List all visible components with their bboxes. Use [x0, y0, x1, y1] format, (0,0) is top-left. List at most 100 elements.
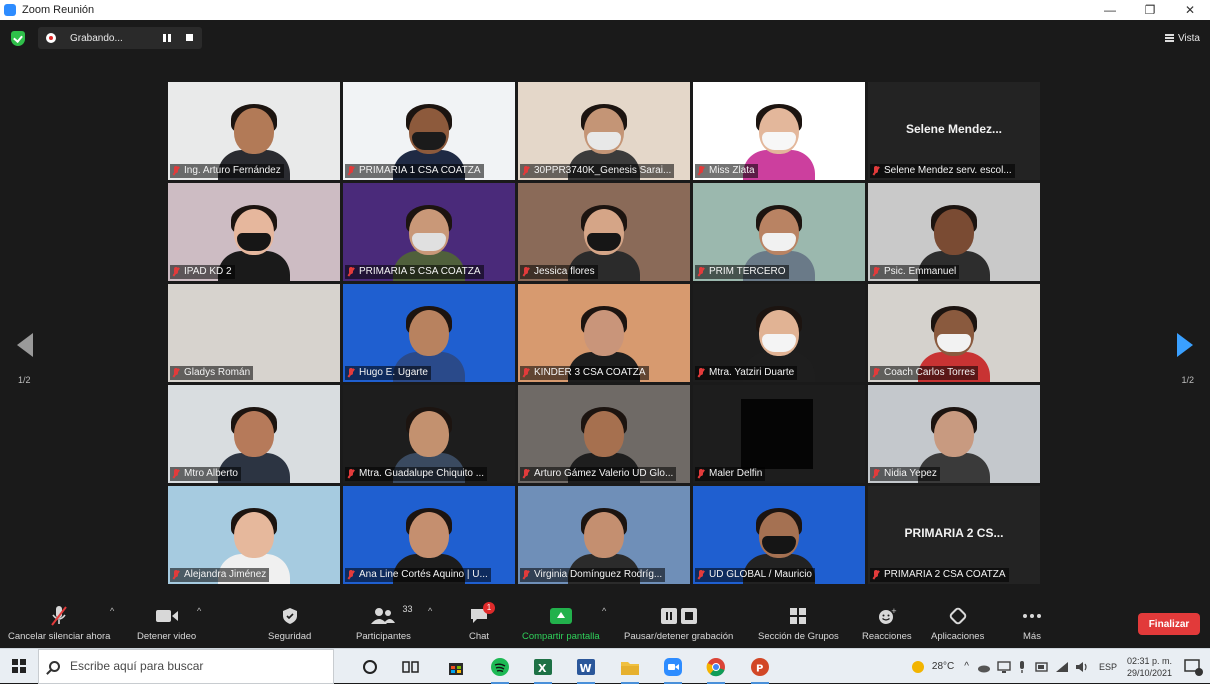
cortana-icon[interactable]: [358, 655, 382, 679]
tray-expand-chevron-icon[interactable]: ^: [964, 661, 969, 672]
powerpoint-icon[interactable]: P: [748, 655, 772, 684]
chat-unread-badge: 1: [483, 602, 496, 614]
word-icon[interactable]: W: [574, 655, 598, 684]
start-button[interactable]: [0, 649, 38, 684]
audio-options-chevron-icon[interactable]: ^: [110, 606, 114, 616]
participant-video-grid: Ing. Arturo Fernández PRIMARIA 1 CSA COAT…: [168, 82, 1042, 584]
participant-name: Mtra. Guadalupe Chiquito ...: [359, 468, 485, 479]
close-button[interactable]: ✕: [1170, 0, 1210, 20]
muted-microphone-icon: [172, 469, 180, 479]
breakout-rooms-label: Sección de Grupos: [758, 631, 839, 642]
participant-tile[interactable]: Ing. Arturo Fernández: [168, 82, 340, 180]
participant-name: Coach Carlos Torres: [884, 367, 975, 378]
wifi-icon[interactable]: [1055, 661, 1069, 673]
onedrive-icon[interactable]: [977, 660, 991, 674]
participant-tile[interactable]: Hugo E. Ugarte: [343, 284, 515, 382]
previous-page-arrow-icon[interactable]: [15, 332, 35, 358]
svg-text:X: X: [538, 662, 547, 675]
participant-name-label: Miss Zlata: [695, 164, 758, 178]
microphone-tray-icon[interactable]: [1017, 660, 1027, 674]
store-icon[interactable]: [444, 655, 468, 679]
participant-tile[interactable]: PRIM TERCERO: [693, 183, 865, 281]
stop-video-button[interactable]: Detener video: [137, 604, 196, 642]
muted-microphone-icon: [172, 368, 180, 378]
participant-tile[interactable]: Arturo Gámez Valerio UD Glo...: [518, 385, 690, 483]
file-explorer-icon[interactable]: [618, 655, 642, 684]
window-controls: — ❐ ✕: [1090, 0, 1210, 20]
participant-tile[interactable]: Jessica flores: [518, 183, 690, 281]
participant-name-label: Mtra. Guadalupe Chiquito ...: [345, 467, 488, 481]
participant-name-label: Ing. Arturo Fernández: [170, 164, 284, 178]
chrome-icon[interactable]: [704, 655, 728, 684]
stop-recording-icon[interactable]: [186, 34, 193, 41]
security-button[interactable]: Seguridad: [268, 604, 311, 642]
breakout-rooms-button[interactable]: Sección de Grupos: [758, 604, 839, 642]
security-label: Seguridad: [268, 631, 312, 642]
taskbar-clock[interactable]: 02:31 p. m. 29/10/2021: [1127, 655, 1172, 679]
participant-tile[interactable]: Coach Carlos Torres: [868, 284, 1040, 382]
next-page-arrow-icon[interactable]: [1175, 332, 1195, 358]
taskbar-search-box[interactable]: Escribe aquí para buscar: [38, 648, 334, 684]
muted-microphone-icon: [697, 267, 705, 277]
participant-name: Ana Line Cortés Aquino | U...: [359, 569, 488, 580]
participant-tile[interactable]: Psic. Emmanuel: [868, 183, 1040, 281]
participant-tile[interactable]: Selene Mendez... Selene Mendez serv. esco…: [868, 82, 1040, 180]
minimize-button[interactable]: —: [1090, 0, 1130, 20]
task-view-icon[interactable]: [399, 655, 423, 679]
security-shield-icon[interactable]: [11, 31, 25, 46]
system-tray: 28°C ^ ESP 02:31 p. m. 29/10/2021: [910, 649, 1210, 684]
zoom-taskbar-icon[interactable]: [661, 655, 685, 684]
participant-tile[interactable]: Gladys Román: [168, 284, 340, 382]
maximize-button[interactable]: ❐: [1130, 0, 1170, 20]
participant-tile[interactable]: IPAD KD 2: [168, 183, 340, 281]
excel-icon[interactable]: X: [531, 655, 555, 684]
participants-label: Participantes: [356, 631, 411, 642]
more-label: Más: [1023, 631, 1041, 642]
apps-button[interactable]: Aplicaciones: [931, 604, 984, 642]
more-button[interactable]: Más: [1021, 604, 1043, 642]
pause-stop-recording-label: Pausar/detener grabación: [624, 631, 734, 642]
participant-tile[interactable]: 30PPR3740K_Genesis Sarai...: [518, 82, 690, 180]
participants-button[interactable]: 33 Participantes: [356, 604, 412, 642]
participant-tile[interactable]: Miss Zlata: [693, 82, 865, 180]
share-options-chevron-icon[interactable]: ^: [602, 606, 606, 616]
input-language[interactable]: ESP: [1099, 662, 1117, 672]
participant-name-label: Virginia Domínguez Rodríg...: [520, 568, 666, 582]
participant-tile[interactable]: KINDER 3 CSA COATZA: [518, 284, 690, 382]
participant-name: Maler Delfin: [709, 468, 763, 479]
pause-stop-recording-button[interactable]: Pausar/detener grabación: [624, 604, 733, 642]
view-grid-icon: [1164, 34, 1174, 42]
spotify-icon[interactable]: [488, 655, 512, 684]
display-icon[interactable]: [997, 660, 1011, 674]
share-screen-button[interactable]: Compartir pantalla: [522, 604, 600, 642]
participant-tile[interactable]: Mtra. Yatziri Duarte: [693, 284, 865, 382]
volume-icon[interactable]: [1075, 661, 1089, 673]
participant-tile[interactable]: Alejandra Jiménez: [168, 486, 340, 584]
participant-tile[interactable]: Maler Delfin: [693, 385, 865, 483]
participant-tile[interactable]: PRIMARIA 1 CSA COATZA: [343, 82, 515, 180]
participant-name-label: Hugo E. Ugarte: [345, 366, 431, 380]
participant-tile[interactable]: Ana Line Cortés Aquino | U...: [343, 486, 515, 584]
participant-tile[interactable]: Mtra. Guadalupe Chiquito ...: [343, 385, 515, 483]
participant-display-name: PRIMARIA 2 CS...: [904, 526, 1004, 540]
view-button[interactable]: Vista: [1164, 29, 1200, 47]
participant-tile[interactable]: UD GLOBAL / Mauricio: [693, 486, 865, 584]
unmute-button[interactable]: Cancelar silenciar ahora: [8, 604, 110, 642]
battery-icon[interactable]: [1035, 661, 1049, 673]
participant-tile[interactable]: Nidia Yepez: [868, 385, 1040, 483]
meeting-area: Grabando... Vista 1/2 1/2 Ing. Arturo Fe…: [0, 20, 1210, 600]
participant-tile[interactable]: PRIMARIA 2 CS... PRIMARIA 2 CSA COATZA: [868, 486, 1040, 584]
window-title: Zoom Reunión: [22, 4, 95, 16]
participants-options-chevron-icon[interactable]: ^: [428, 606, 432, 616]
participant-name: Jessica flores: [534, 266, 595, 277]
pause-recording-icon[interactable]: [163, 34, 171, 42]
notifications-icon[interactable]: [1182, 657, 1204, 677]
chat-button[interactable]: 1 Chat: [469, 602, 496, 642]
participant-tile[interactable]: PRIMARIA 5 CSA COATZA: [343, 183, 515, 281]
reactions-button[interactable]: + Reacciones: [862, 604, 912, 642]
participant-tile[interactable]: Virginia Domínguez Rodríg...: [518, 486, 690, 584]
video-options-chevron-icon[interactable]: ^: [197, 606, 201, 616]
participant-tile[interactable]: Mtro Alberto: [168, 385, 340, 483]
end-meeting-button[interactable]: Finalizar: [1138, 613, 1200, 635]
muted-microphone-icon: [172, 570, 180, 580]
